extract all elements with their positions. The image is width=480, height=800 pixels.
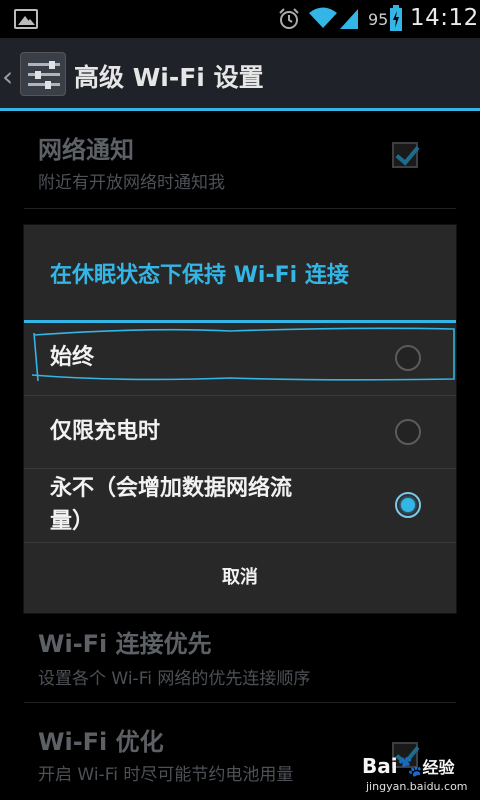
option-label: 仅限充电时 — [50, 419, 161, 444]
settings-sliders-icon — [20, 52, 66, 96]
signal-icon — [340, 9, 358, 29]
setting-title: Wi-Fi 优化 — [38, 728, 164, 756]
action-bar: ‹ 高级 Wi-Fi 设置 — [0, 38, 480, 110]
setting-subtitle: 开启 Wi-Fi 时尽可能节约电池用量 — [38, 765, 294, 785]
setting-network-notification[interactable]: 网络通知 附近有开放网络时通知我 — [0, 112, 480, 208]
option-label-line2: 量） — [50, 509, 95, 534]
option-never[interactable]: 永不（会增加数据网络流 量） — [24, 469, 456, 543]
list-divider — [24, 208, 456, 209]
radio-never[interactable] — [395, 492, 421, 518]
network-notification-checkbox[interactable] — [392, 142, 418, 168]
dialog-title: 在休眠状态下保持 Wi-Fi 连接 — [50, 263, 349, 288]
image-icon — [14, 9, 38, 29]
radio-charging-only[interactable] — [395, 419, 421, 445]
status-bar: 95 14:12 — [0, 0, 480, 38]
up-button[interactable]: ‹ — [0, 38, 70, 110]
page-title: 高级 Wi-Fi 设置 — [74, 63, 264, 92]
clock: 14:12 — [410, 5, 479, 31]
setting-subtitle: 设置各个 Wi-Fi 网络的优先连接顺序 — [38, 669, 311, 689]
watermark-logo-suffix: 经验 — [422, 758, 455, 777]
list-divider — [24, 702, 456, 703]
watermark-logo: Bai🐾经验 — [362, 754, 455, 778]
watermark-url: jingyan.baidu.com — [366, 780, 468, 793]
battery-percent: 95 — [368, 10, 389, 29]
option-charging-only[interactable]: 仅限充电时 — [24, 396, 456, 468]
alarm-icon — [279, 8, 299, 29]
option-label-line1: 永不（会增加数据网络流 — [50, 476, 293, 501]
battery-charging-icon — [390, 5, 402, 31]
back-caret-icon: ‹ — [2, 60, 14, 93]
sleep-policy-dialog: 在休眠状态下保持 Wi-Fi 连接 始终 仅限充电时 永不（会增加数据网络流 量… — [24, 225, 456, 613]
setting-wifi-priority[interactable]: Wi-Fi 连接优先 设置各个 Wi-Fi 网络的优先连接顺序 — [0, 618, 480, 702]
setting-subtitle: 附近有开放网络时通知我 — [38, 173, 225, 193]
baidu-watermark: Bai🐾经验 jingyan.baidu.com — [362, 754, 472, 798]
cancel-button[interactable]: 取消 — [24, 543, 456, 613]
setting-title: 网络通知 — [38, 136, 134, 164]
hand-drawn-highlight — [31, 327, 455, 382]
watermark-logo-text: Bai — [362, 754, 398, 778]
action-bar-divider — [0, 108, 480, 111]
wifi-icon — [309, 7, 337, 28]
setting-title: Wi-Fi 连接优先 — [38, 630, 212, 658]
